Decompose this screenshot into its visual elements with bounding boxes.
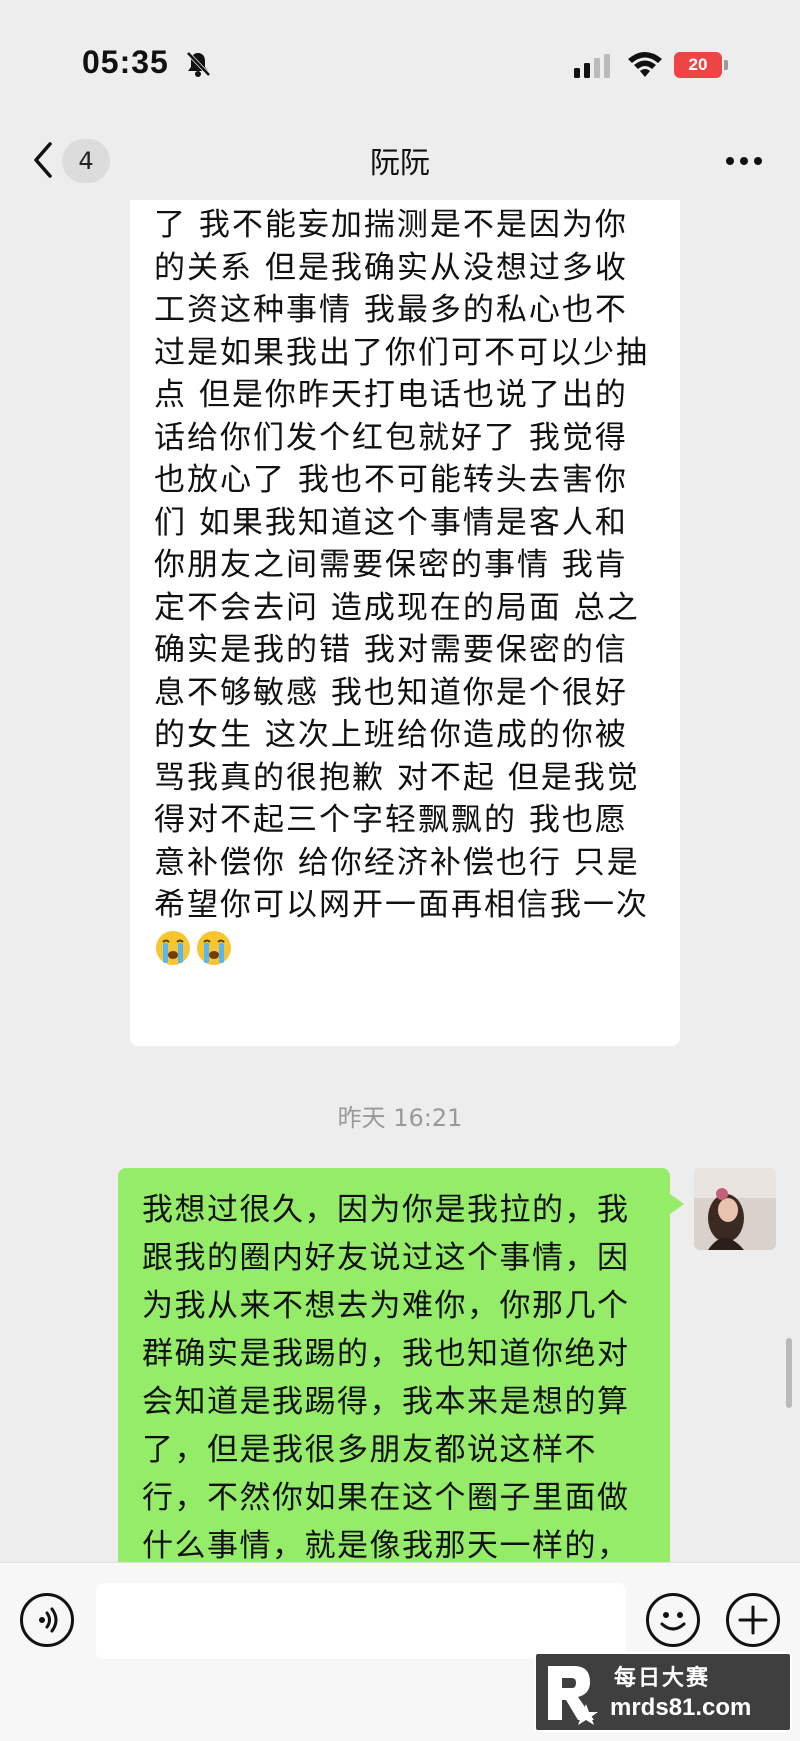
unread-count-badge[interactable]: 4 [62,139,110,183]
watermark: 每日大赛 mrds81.com [534,1652,792,1732]
emoji-row [154,929,658,971]
status-time: 05:35 [82,44,169,80]
incoming-message-text: 了 我不能妄加揣测是不是因为你的关系 但是我确实从没想过多收工资这种事情 我最多… [154,207,649,923]
add-more-button[interactable] [726,1593,780,1647]
battery-level: 20 [674,52,722,78]
outgoing-message-bubble[interactable]: 我想过很久，因为你是我拉的，我跟我的圈内好友说过这个事情，因为我从来不想去为难你… [118,1168,684,1562]
voice-icon [39,1607,58,1633]
incoming-message-bubble[interactable]: 了 我不能妄加揣测是不是因为你的关系 但是我确实从没想过多收工资这种事情 我最多… [130,200,680,1046]
signal-icon [574,54,610,78]
user-avatar[interactable] [694,1168,776,1250]
status-bar: 05:35 20 [0,0,800,120]
chat-title: 阮阮 [370,146,430,181]
bell-muted-icon [186,51,211,77]
more-options-icon[interactable] [722,146,766,176]
scrollbar[interactable] [786,1338,792,1408]
battery-icon: 20 [674,52,730,78]
emoji-button[interactable] [646,1593,700,1647]
outgoing-message-text: 我想过很久，因为你是我拉的，我跟我的圈内好友说过这个事情，因为我从来不想去为难你… [142,1192,630,1562]
message-timestamp: 昨天 16:21 [337,1104,463,1132]
watermark-url: mrds81.com [610,1694,752,1721]
crying-face-emoji-icon [197,930,231,965]
wifi-icon [628,52,662,77]
crying-face-emoji-icon [156,930,190,965]
nav-bar: 4 阮阮 [0,120,800,200]
watermark-logo-icon [548,1666,598,1725]
plus-icon [738,1605,768,1635]
smiley-face-icon [660,1612,686,1631]
watermark-title: 每日大赛 [614,1666,711,1691]
message-input[interactable] [96,1583,626,1659]
chat-area[interactable]: 了 我不能妄加揣测是不是因为你的关系 但是我确实从没想过多收工资这种事情 我最多… [0,200,800,1562]
voice-input-button[interactable] [20,1593,74,1647]
back-chevron-icon[interactable] [30,140,56,180]
